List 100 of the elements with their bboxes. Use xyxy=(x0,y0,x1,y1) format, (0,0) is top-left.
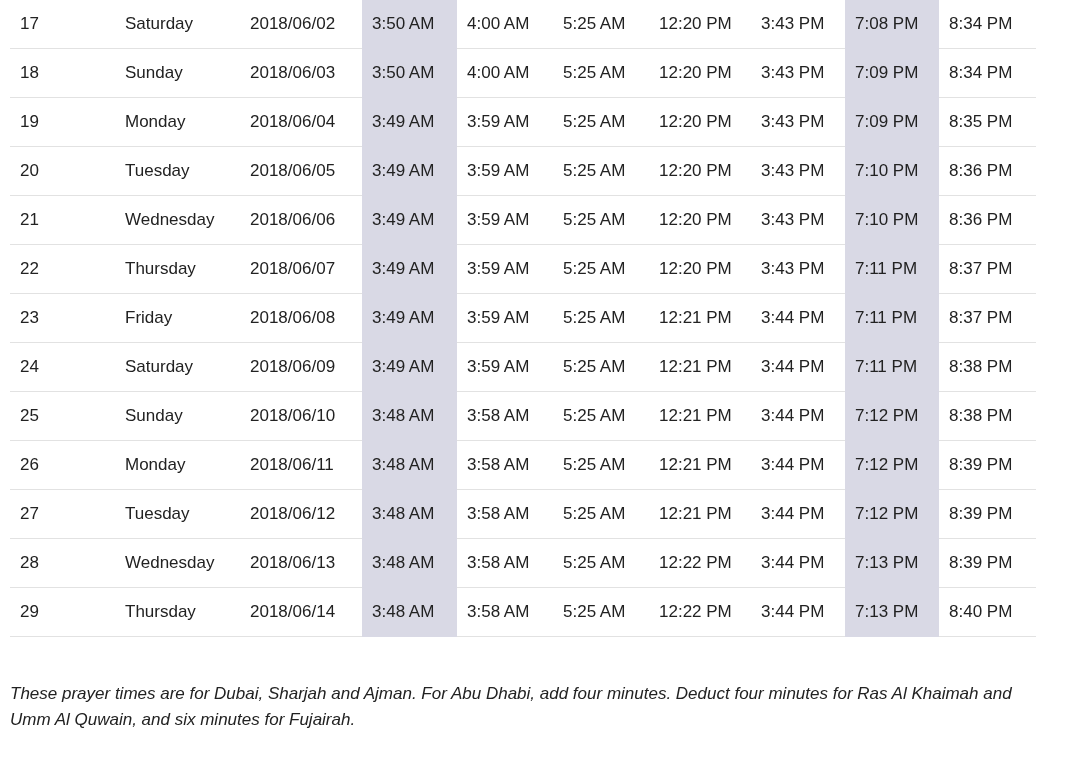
table-cell: 12:20 PM xyxy=(649,244,751,294)
table-cell: 8:38 PM xyxy=(939,342,1036,392)
table-cell: 5:25 AM xyxy=(553,244,649,294)
table-cell: 12:22 PM xyxy=(649,587,751,637)
table-cell: 3:50 AM xyxy=(362,48,457,98)
table-cell: 8:34 PM xyxy=(939,0,1036,49)
table-cell: 7:09 PM xyxy=(845,97,939,147)
table-cell: 3:59 AM xyxy=(457,195,553,245)
table-cell: 3:49 AM xyxy=(362,146,457,196)
table-cell: Friday xyxy=(115,293,240,343)
table-cell: Sunday xyxy=(115,48,240,98)
table-cell: 26 xyxy=(10,440,115,490)
table-cell: 8:37 PM xyxy=(939,244,1036,294)
table-cell: 21 xyxy=(10,195,115,245)
table-cell: 7:10 PM xyxy=(845,146,939,196)
table-cell: 25 xyxy=(10,391,115,441)
table-cell: Sunday xyxy=(115,391,240,441)
table-cell: 7:13 PM xyxy=(845,587,939,637)
table-cell: 12:21 PM xyxy=(649,489,751,539)
table-cell: 5:25 AM xyxy=(553,391,649,441)
table-cell: 3:48 AM xyxy=(362,587,457,637)
table-cell: 12:20 PM xyxy=(649,195,751,245)
table-cell: 5:25 AM xyxy=(553,440,649,490)
table-cell: 12:20 PM xyxy=(649,97,751,147)
table-cell: 7:12 PM xyxy=(845,489,939,539)
table-cell: 12:21 PM xyxy=(649,293,751,343)
table-cell: 3:59 AM xyxy=(457,293,553,343)
table-cell: 5:25 AM xyxy=(553,195,649,245)
table-cell: 8:38 PM xyxy=(939,391,1036,441)
table-cell: 29 xyxy=(10,587,115,637)
table-cell: Tuesday xyxy=(115,489,240,539)
table-cell: 12:20 PM xyxy=(649,48,751,98)
table-cell: 8:39 PM xyxy=(939,538,1036,588)
table-cell: 8:34 PM xyxy=(939,48,1036,98)
table-cell: 22 xyxy=(10,244,115,294)
table-cell: 3:48 AM xyxy=(362,489,457,539)
table-cell: 3:48 AM xyxy=(362,440,457,490)
table-cell: 3:48 AM xyxy=(362,391,457,441)
table-cell: 3:49 AM xyxy=(362,293,457,343)
table-cell: 7:11 PM xyxy=(845,342,939,392)
table-cell: 3:58 AM xyxy=(457,489,553,539)
table-cell: 12:21 PM xyxy=(649,342,751,392)
table-cell: 8:37 PM xyxy=(939,293,1036,343)
table-cell: 12:20 PM xyxy=(649,146,751,196)
table-cell: 3:49 AM xyxy=(362,244,457,294)
table-cell: 5:25 AM xyxy=(553,146,649,196)
table-cell: Wednesday xyxy=(115,195,240,245)
table-cell: Saturday xyxy=(115,0,240,49)
table-cell: 5:25 AM xyxy=(553,587,649,637)
table-cell: 19 xyxy=(10,97,115,147)
table-cell: 5:25 AM xyxy=(553,538,649,588)
table-cell: 12:21 PM xyxy=(649,440,751,490)
table-cell: 12:20 PM xyxy=(649,0,751,49)
table-cell: 7:12 PM xyxy=(845,391,939,441)
table-cell: 7:12 PM xyxy=(845,440,939,490)
table-cell: 18 xyxy=(10,48,115,98)
table-cell: Thursday xyxy=(115,244,240,294)
table-cell: 23 xyxy=(10,293,115,343)
table-cell: 5:25 AM xyxy=(553,48,649,98)
table-cell: 7:11 PM xyxy=(845,293,939,343)
table-cell: 5:25 AM xyxy=(553,342,649,392)
table-cell: 3:58 AM xyxy=(457,587,553,637)
table-cell: Wednesday xyxy=(115,538,240,588)
table-cell: 8:40 PM xyxy=(939,587,1036,637)
table-cell: Tuesday xyxy=(115,146,240,196)
table-cell: 3:58 AM xyxy=(457,391,553,441)
table-cell: 3:59 AM xyxy=(457,342,553,392)
table-cell: 3:49 AM xyxy=(362,195,457,245)
table-cell: 4:00 AM xyxy=(457,0,553,49)
table-cell: 3:49 AM xyxy=(362,342,457,392)
table-cell: 3:59 AM xyxy=(457,97,553,147)
table-cell: 12:21 PM xyxy=(649,391,751,441)
table-cell: 4:00 AM xyxy=(457,48,553,98)
table-cell: 5:25 AM xyxy=(553,97,649,147)
table-cell: 28 xyxy=(10,538,115,588)
table-cell: 7:08 PM xyxy=(845,0,939,49)
table-cell: 7:10 PM xyxy=(845,195,939,245)
table-cell: 8:36 PM xyxy=(939,195,1036,245)
table-cell: Monday xyxy=(115,97,240,147)
table-cell: Thursday xyxy=(115,587,240,637)
table-cell: 3:58 AM xyxy=(457,440,553,490)
table-cell: 8:39 PM xyxy=(939,489,1036,539)
table-cell: 7:09 PM xyxy=(845,48,939,98)
table-cell: 17 xyxy=(10,0,115,49)
table-cell: 5:25 AM xyxy=(553,489,649,539)
table-cell: 7:11 PM xyxy=(845,244,939,294)
table-cell: 24 xyxy=(10,342,115,392)
table-cell: 12:22 PM xyxy=(649,538,751,588)
table-cell: 8:36 PM xyxy=(939,146,1036,196)
table-cell: 7:13 PM xyxy=(845,538,939,588)
table-cell: 3:58 AM xyxy=(457,538,553,588)
table-cell: 3:59 AM xyxy=(457,146,553,196)
table-cell: 3:48 AM xyxy=(362,538,457,588)
footnote-text: These prayer times are for Dubai, Sharjah and Ajman. For Abu Dhabi, add four minutes. Deduct four minutes for Ras Al Khaimah and Umm Al Quwain, and six minutes for Fujairah. xyxy=(10,683,1013,731)
table-cell: 8:39 PM xyxy=(939,440,1036,490)
table-cell: 3:49 AM xyxy=(362,97,457,147)
table-cell: 3:50 AM xyxy=(362,0,457,49)
table-cell: 27 xyxy=(10,489,115,539)
table-cell: 5:25 AM xyxy=(553,293,649,343)
table-cell: 20 xyxy=(10,146,115,196)
